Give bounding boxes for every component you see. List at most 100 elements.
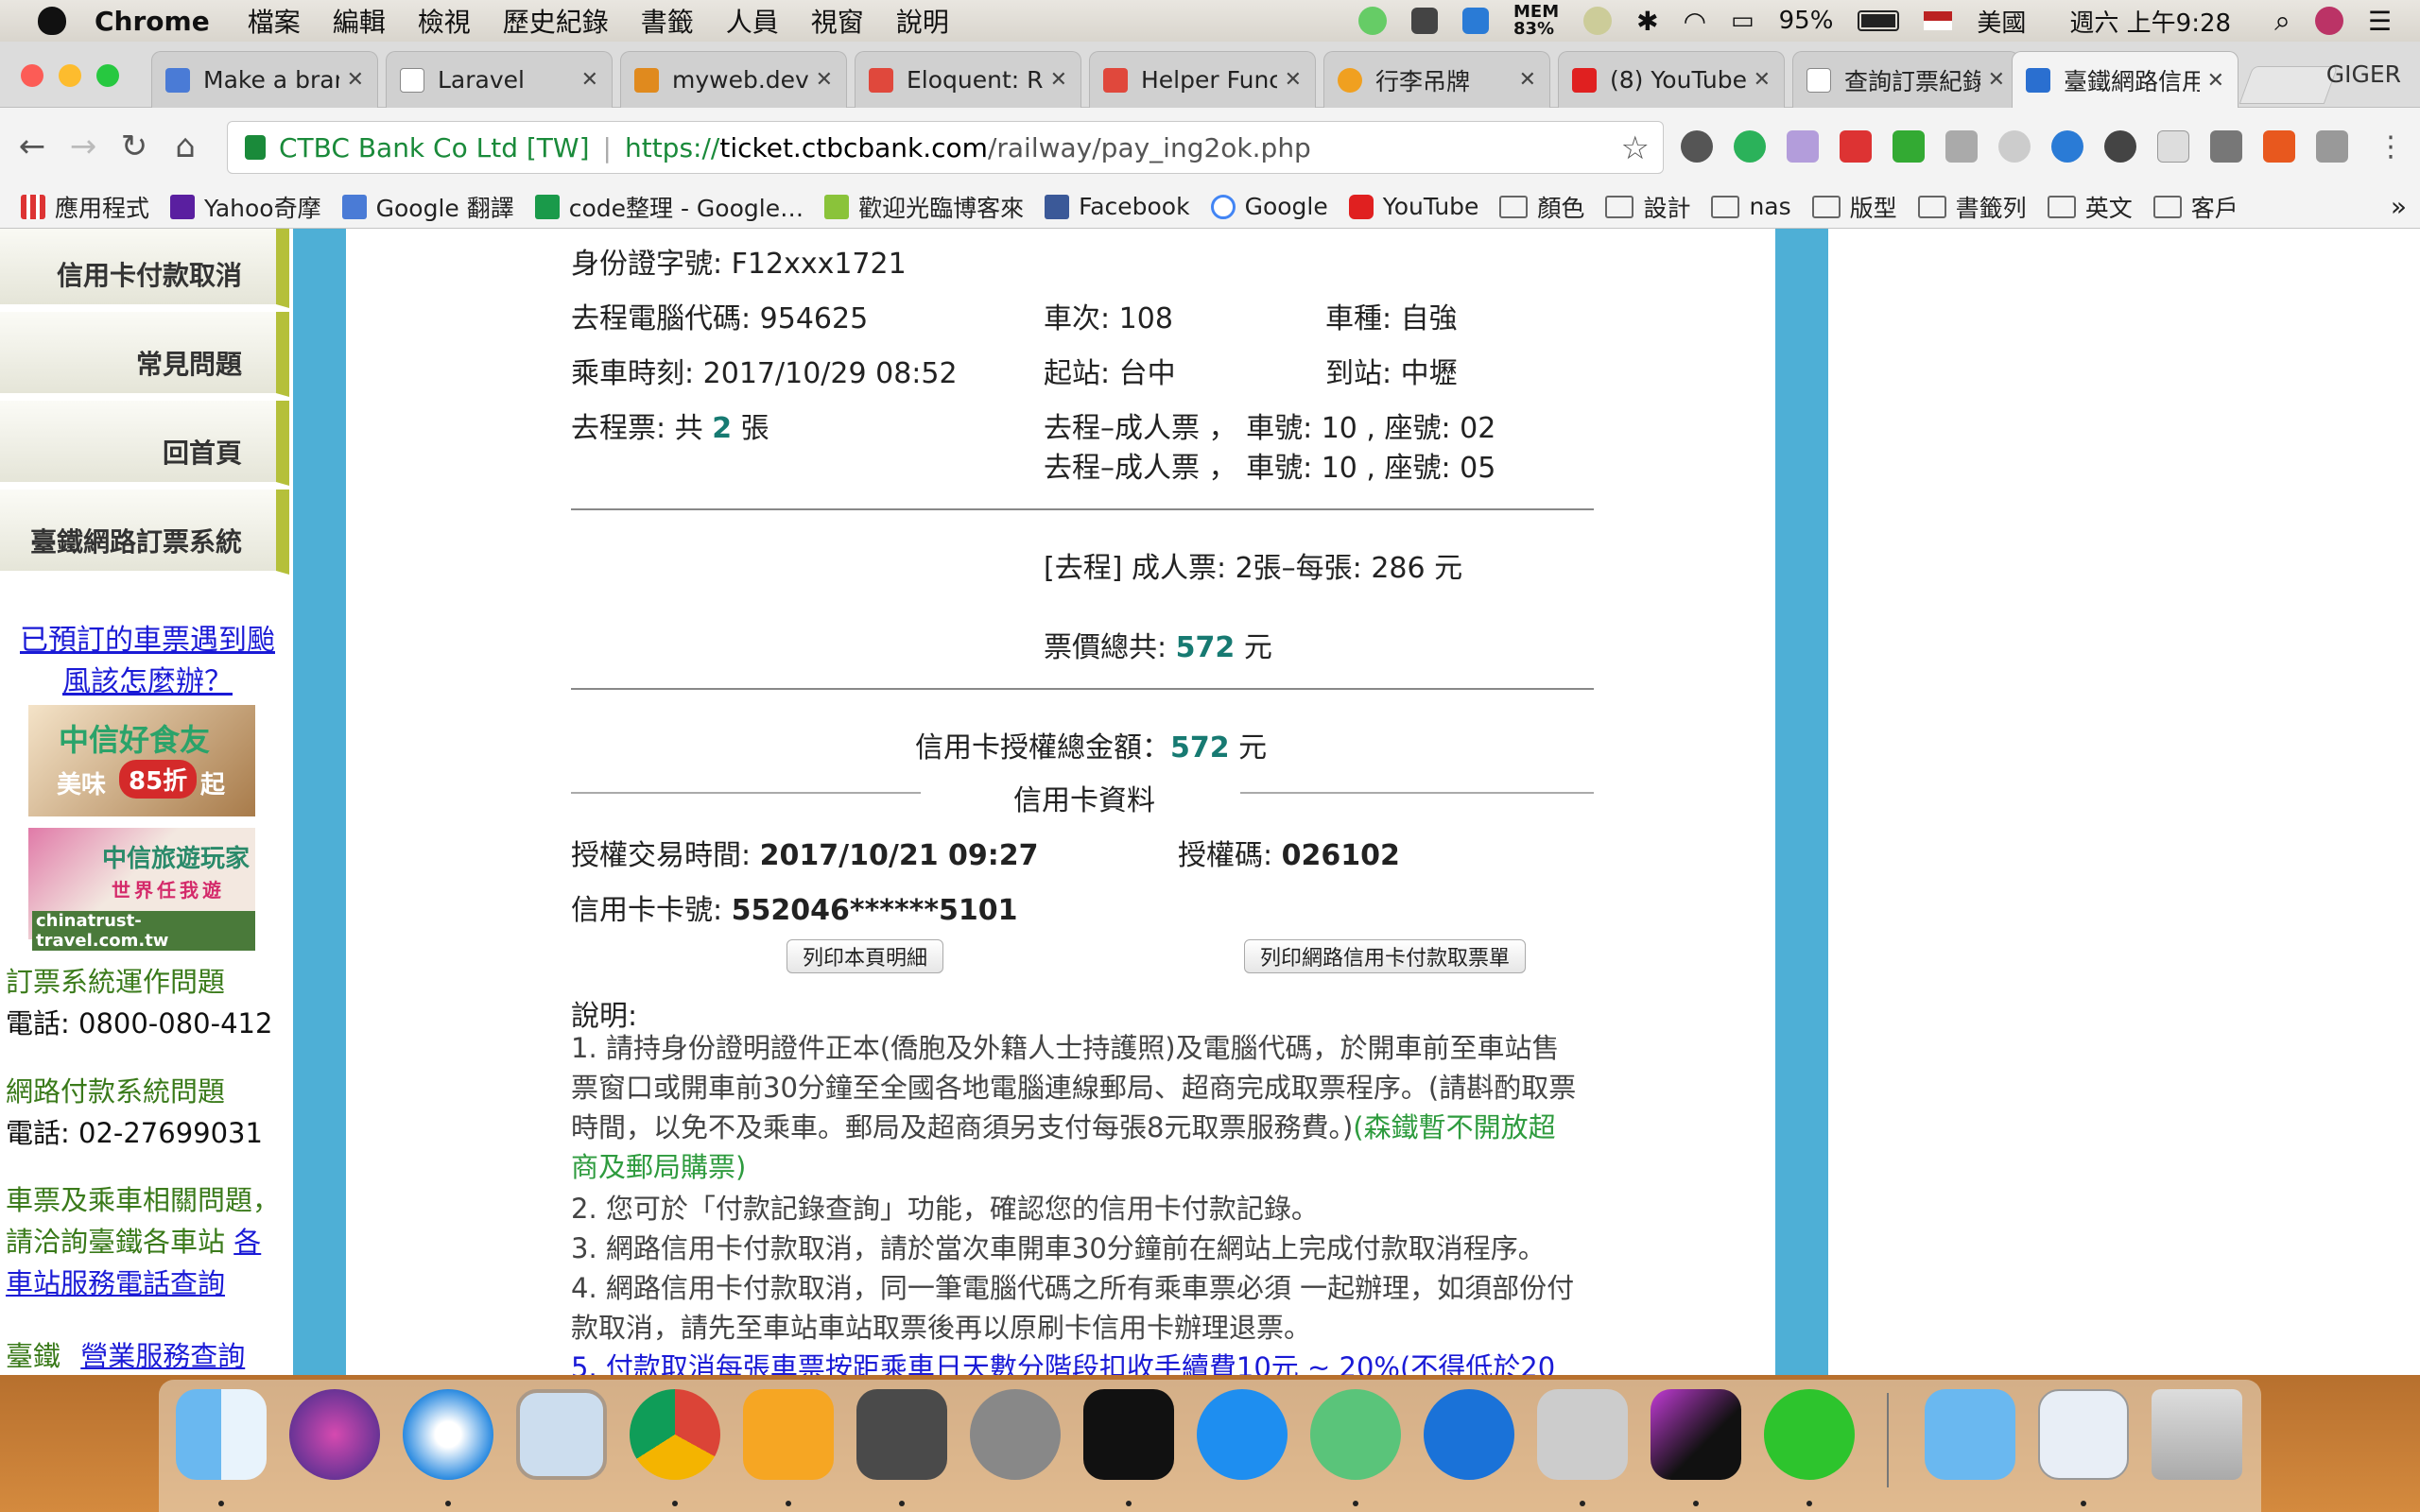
- chrome-menu-icon[interactable]: ⋮: [2375, 130, 2407, 163]
- minimize-window-button[interactable]: [59, 64, 81, 87]
- ad-banner-travel[interactable]: 中信旅遊玩家 世界任我遊 chinatrust-travel.com.tw: [28, 828, 255, 951]
- menu-item-view[interactable]: 檢視: [418, 2, 471, 40]
- bookmark-folder-english[interactable]: 英文: [2047, 190, 2133, 224]
- pen-extension-icon[interactable]: [1787, 130, 1819, 163]
- ad-banner-food[interactable]: 中信好食友 美味 85折 起: [28, 705, 255, 816]
- grammarly-icon[interactable]: [1734, 130, 1766, 163]
- settings-app-icon[interactable]: [1537, 1389, 1628, 1480]
- airplay-icon[interactable]: ▭: [1731, 7, 1754, 35]
- tab-close-icon[interactable]: ✕: [1754, 68, 1771, 92]
- sublime-text-icon[interactable]: [856, 1389, 947, 1480]
- home-icon[interactable]: ⌂: [166, 128, 204, 165]
- sidebar-item-faq[interactable]: 常見問題: [0, 312, 289, 397]
- close-window-button[interactable]: [21, 64, 43, 87]
- typhoon-link[interactable]: 已預訂的車票遇到颱風該怎麼辦？: [8, 620, 287, 703]
- bookmark-folder-clients[interactable]: 客戶: [2152, 190, 2238, 224]
- tab-make-a-brand[interactable]: Make a bran ✕: [151, 51, 378, 108]
- line-icon[interactable]: [1764, 1389, 1855, 1480]
- tab-close-icon[interactable]: ✕: [347, 68, 364, 92]
- tab-myweb[interactable]: myweb.dev ✕: [620, 51, 847, 108]
- print-ticket-button[interactable]: 列印網路信用卡付款取票單: [1244, 939, 1526, 973]
- bookmark-folder-design[interactable]: 設計: [1605, 190, 1690, 224]
- menu-item-edit[interactable]: 編輯: [333, 2, 386, 40]
- bookmark-folder-nas[interactable]: nas: [1711, 193, 1791, 220]
- tab-close-icon[interactable]: ✕: [1285, 68, 1302, 92]
- notification-center-icon[interactable]: ☰: [2368, 6, 2392, 37]
- window-extension-icon[interactable]: [2157, 130, 2189, 163]
- refresh-extension-icon[interactable]: [1681, 130, 1713, 163]
- more-bookmarks-button[interactable]: »: [2391, 191, 2407, 222]
- settings-extension-icon[interactable]: [1998, 130, 2031, 163]
- atom-icon[interactable]: [1310, 1389, 1401, 1480]
- forward-arrow-icon[interactable]: →: [64, 128, 102, 165]
- spotlight-search-icon[interactable]: ⌕: [2274, 5, 2290, 38]
- address-bar[interactable]: CTBC Bank Co Ltd [TW] | https:// ticket.…: [227, 121, 1664, 174]
- app-store-icon[interactable]: [1197, 1389, 1288, 1480]
- tab-close-icon[interactable]: ✕: [581, 68, 598, 92]
- tab-close-icon[interactable]: ✕: [816, 68, 833, 92]
- office-extension-icon[interactable]: [2263, 130, 2295, 163]
- bluetooth-icon[interactable]: ✱: [1636, 6, 1658, 37]
- service-query-link[interactable]: 營業服務查詢: [80, 1340, 245, 1372]
- bookmark-google[interactable]: Google: [1210, 193, 1328, 220]
- bookmark-code-sheet[interactable]: code整理 - Google…: [534, 190, 804, 224]
- trash-icon[interactable]: [2152, 1389, 2242, 1480]
- bookmark-folder-color[interactable]: 顏色: [1499, 190, 1584, 224]
- tab-helper-functions[interactable]: Helper Func ✕: [1089, 51, 1316, 108]
- sidebar-item-home[interactable]: 回首頁: [0, 401, 289, 486]
- tab-laravel[interactable]: Laravel ✕: [386, 51, 613, 108]
- bookmark-star-icon[interactable]: ☆: [1621, 129, 1650, 167]
- eyedropper-extension-icon[interactable]: [2210, 130, 2242, 163]
- new-tab-button[interactable]: [2238, 66, 2339, 104]
- clipboard-icon[interactable]: [1583, 7, 1613, 35]
- memory-indicator[interactable]: MEM 83%: [1513, 4, 1559, 38]
- apple-icon[interactable]: [38, 7, 66, 35]
- teamviewer-icon[interactable]: [1424, 1389, 1514, 1480]
- system-preferences-icon[interactable]: [970, 1389, 1061, 1480]
- tab-railway-credit[interactable]: 臺鐵網路信用 ✕: [2012, 51, 2238, 109]
- bookmark-google-translate[interactable]: Google 翻譯: [341, 190, 514, 224]
- reload-icon[interactable]: ↻: [115, 128, 153, 165]
- bookmark-folder-layout[interactable]: 版型: [1811, 190, 1897, 224]
- bookmark-apps[interactable]: 應用程式: [21, 190, 149, 224]
- menu-item-history[interactable]: 歷史紀錄: [503, 2, 609, 40]
- profile-name[interactable]: GIGER: [2326, 60, 2401, 88]
- maximize-window-button[interactable]: [96, 64, 119, 87]
- tab-close-icon[interactable]: ✕: [2207, 69, 2224, 93]
- phpstorm-icon[interactable]: [1651, 1389, 1741, 1480]
- menu-app-name[interactable]: Chrome: [95, 6, 210, 37]
- menu-item-file[interactable]: 檔案: [248, 2, 301, 40]
- input-source-label[interactable]: 美國: [1977, 4, 2026, 39]
- scissors-extension-icon[interactable]: [1840, 130, 1872, 163]
- folder-icon[interactable]: [1925, 1389, 2015, 1480]
- tab-youtube[interactable]: (8) YouTube ✕: [1558, 51, 1785, 108]
- bookmark-yahoo[interactable]: Yahoo奇摩: [170, 190, 321, 224]
- menu-item-bookmarks[interactable]: 書籤: [641, 2, 694, 40]
- bookmark-books[interactable]: 歡迎光臨博客來: [824, 190, 1024, 224]
- note-5-link[interactable]: 5. 付款取消每張車票按距乘車日天數分階段扣收手續費10元 ~ 20%(不得低於…: [571, 1348, 1582, 1375]
- siri-icon[interactable]: [289, 1389, 380, 1480]
- chrome-icon[interactable]: [630, 1389, 720, 1480]
- yahoo-extension-icon[interactable]: [1945, 130, 1978, 163]
- bookmark-facebook[interactable]: Facebook: [1045, 193, 1190, 220]
- menu-item-window[interactable]: 視窗: [811, 2, 864, 40]
- menu-item-help[interactable]: 說明: [896, 2, 949, 40]
- dropbox-icon[interactable]: [1411, 8, 1438, 34]
- circle-extension-icon[interactable]: [2051, 130, 2083, 163]
- teamviewer-status-icon[interactable]: [1462, 8, 1489, 34]
- clock[interactable]: 週六 上午9:28: [2069, 4, 2231, 39]
- v-extension-icon[interactable]: [2316, 130, 2348, 163]
- back-arrow-icon[interactable]: ←: [13, 128, 51, 165]
- eye-extension-icon[interactable]: [2104, 130, 2136, 163]
- mail-icon[interactable]: [516, 1389, 607, 1480]
- bookmark-youtube[interactable]: YouTube: [1348, 193, 1478, 220]
- preview-icon[interactable]: [2038, 1389, 2129, 1480]
- safari-icon[interactable]: [403, 1389, 493, 1480]
- lock-icon[interactable]: [245, 135, 266, 160]
- tab-close-icon[interactable]: ✕: [1988, 68, 2005, 92]
- terminal-icon[interactable]: [1083, 1389, 1174, 1480]
- wifi-icon[interactable]: ◠: [1684, 6, 1706, 37]
- secure-origin-label[interactable]: CTBC Bank Co Ltd [TW]: [279, 132, 590, 163]
- print-page-button[interactable]: 列印本頁明細: [786, 939, 943, 973]
- tab-booking-record[interactable]: 查詢訂票紀錄 ✕: [1792, 51, 2019, 108]
